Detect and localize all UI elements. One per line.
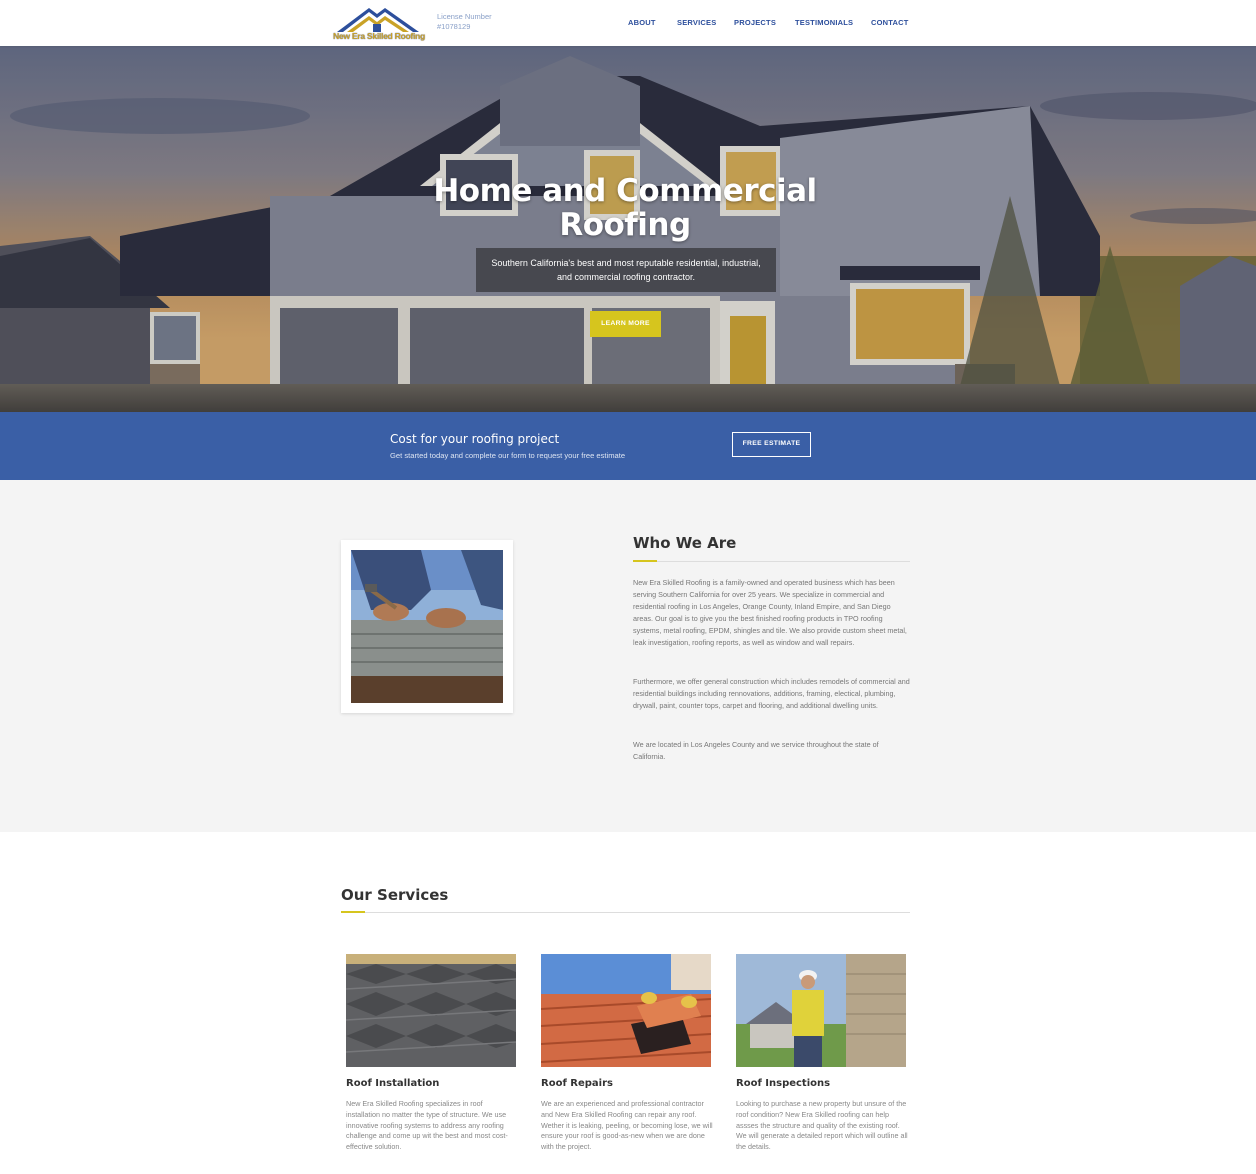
about-paragraph-2: Furthermore, we offer general constructi… <box>633 677 910 710</box>
roof-installation-image[interactable] <box>346 954 516 1067</box>
nav-services[interactable]: SERVICES <box>677 18 716 27</box>
about-paragraph-3: We are located in Los Angeles County and… <box>633 740 879 761</box>
estimate-subtitle: Get started today and complete our form … <box>390 451 626 460</box>
nav-testimonials[interactable]: TESTIMONIALS <box>795 18 853 27</box>
roof-logo-icon <box>337 8 419 32</box>
free-estimate-button[interactable]: FREE ESTIMATE <box>732 432 811 457</box>
services-title: Our Services <box>341 886 449 904</box>
license-number: #1078129 <box>437 22 471 31</box>
about-paragraph-1: New Era Skilled Roofing is a family-owne… <box>633 578 907 647</box>
about-section: Who We Are New Era Skilled Roofing is a … <box>0 480 1256 832</box>
roof-repairs-text: We are an experienced and professional c… <box>541 1099 713 1152</box>
roof-inspections-text: Looking to purchase a new property but u… <box>736 1099 908 1152</box>
roof-installation-text: New Era Skilled Roofing specializes in r… <box>346 1099 508 1152</box>
about-accent-bar <box>633 560 657 562</box>
services-accent-bar <box>341 911 365 913</box>
hero-section: Home and Commercial Roofing Southern Cal… <box>0 46 1256 412</box>
hero-title: Home and Commercial Roofing <box>400 174 850 242</box>
logo[interactable]: New Era Skilled Roofing <box>333 4 425 44</box>
roofer-hammering-photo <box>351 550 503 703</box>
nav-projects[interactable]: PROJECTS <box>734 18 776 27</box>
roof-repairs-image[interactable] <box>541 954 711 1067</box>
roof-installation-title[interactable]: Roof Installation <box>346 1078 439 1089</box>
nav-about[interactable]: ABOUT <box>628 18 656 27</box>
hero-subtitle-line1: Southern California's best and most repu… <box>491 258 761 268</box>
nav-contact[interactable]: CONTACT <box>871 18 909 27</box>
logo-text: New Era Skilled Roofing <box>333 31 425 41</box>
hero-title-line2: Roofing <box>559 207 691 243</box>
license-info: License Number #1078129 <box>437 12 492 32</box>
roof-inspections-image[interactable] <box>736 954 906 1067</box>
roof-repairs-title[interactable]: Roof Repairs <box>541 1078 613 1089</box>
learn-more-button[interactable]: LEARN MORE <box>590 311 661 337</box>
hero-subtitle: Southern California's best and most repu… <box>476 248 776 292</box>
about-title: Who We Are <box>633 534 737 552</box>
hero-title-line1: Home and Commercial <box>433 173 817 209</box>
about-divider <box>633 561 910 562</box>
roof-inspections-title[interactable]: Roof Inspections <box>736 1078 830 1089</box>
services-divider <box>341 912 910 913</box>
hero-subtitle-line2: and commercial roofing contractor. <box>556 272 696 282</box>
estimate-band: Cost for your roofing project Get starte… <box>0 412 1256 480</box>
estimate-title: Cost for your roofing project <box>390 432 560 446</box>
license-label: License Number <box>437 12 492 21</box>
site-header: New Era Skilled Roofing License Number #… <box>0 0 1256 46</box>
roofer-photo-frame <box>341 540 513 713</box>
